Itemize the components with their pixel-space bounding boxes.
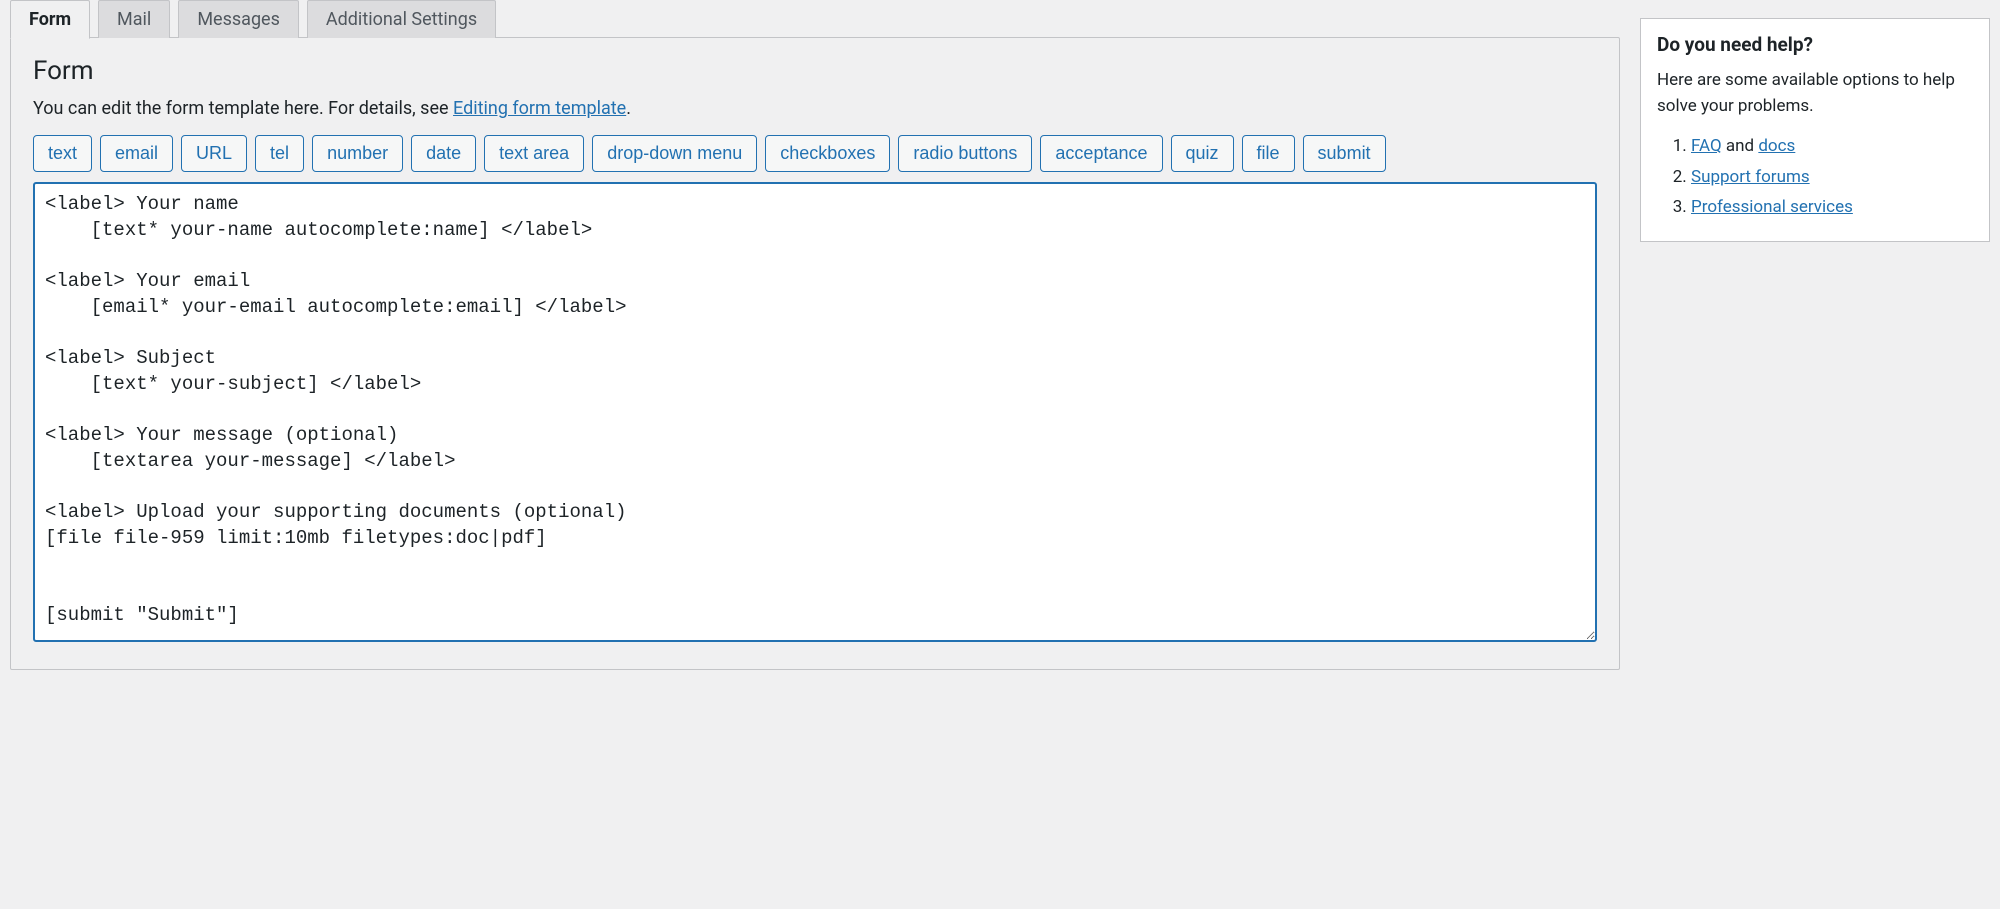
professional-services-link[interactable]: Professional services bbox=[1691, 197, 1853, 217]
tag-button-submit[interactable]: submit bbox=[1303, 135, 1386, 172]
tag-button-checkboxes[interactable]: checkboxes bbox=[765, 135, 890, 172]
desc-suffix: . bbox=[626, 98, 631, 119]
tag-generator-row: textemailURLtelnumberdatetext areadrop-d… bbox=[33, 135, 1597, 172]
editing-template-link[interactable]: Editing form template bbox=[453, 98, 626, 119]
tag-button-quiz[interactable]: quiz bbox=[1171, 135, 1234, 172]
tab-additional-settings[interactable]: Additional Settings bbox=[307, 0, 496, 38]
form-template-textarea[interactable] bbox=[33, 182, 1597, 642]
help-item-forums: Support forums bbox=[1691, 162, 1973, 193]
desc-prefix: You can edit the form template here. For… bbox=[33, 98, 453, 119]
tag-button-url[interactable]: URL bbox=[181, 135, 247, 172]
help-item-services: Professional services bbox=[1691, 192, 1973, 223]
tag-button-date[interactable]: date bbox=[411, 135, 476, 172]
tag-button-drop-down-menu[interactable]: drop-down menu bbox=[592, 135, 757, 172]
help-box: Do you need help? Here are some availabl… bbox=[1640, 18, 1990, 242]
docs-link[interactable]: docs bbox=[1758, 136, 1795, 156]
tag-button-number[interactable]: number bbox=[312, 135, 403, 172]
section-heading: Form bbox=[33, 56, 1597, 86]
support-forums-link[interactable]: Support forums bbox=[1691, 167, 1810, 187]
tab-form[interactable]: Form bbox=[10, 0, 90, 39]
tag-button-radio-buttons[interactable]: radio buttons bbox=[898, 135, 1032, 172]
tab-messages[interactable]: Messages bbox=[178, 0, 299, 38]
tag-button-text[interactable]: text bbox=[33, 135, 92, 172]
help-item-faq-docs: FAQ and docs bbox=[1691, 131, 1973, 162]
and-text: and bbox=[1722, 136, 1759, 156]
section-description: You can edit the form template here. For… bbox=[33, 98, 1597, 119]
tag-button-tel[interactable]: tel bbox=[255, 135, 304, 172]
tag-button-acceptance[interactable]: acceptance bbox=[1040, 135, 1162, 172]
faq-link[interactable]: FAQ bbox=[1691, 136, 1722, 156]
form-panel: Form You can edit the form template here… bbox=[10, 37, 1620, 670]
tag-button-file[interactable]: file bbox=[1242, 135, 1295, 172]
tab-mail[interactable]: Mail bbox=[98, 0, 170, 38]
help-intro: Here are some available options to help … bbox=[1657, 68, 1973, 119]
tab-bar: FormMailMessagesAdditional Settings bbox=[10, 0, 1620, 38]
tag-button-email[interactable]: email bbox=[100, 135, 173, 172]
help-title: Do you need help? bbox=[1657, 33, 1973, 56]
tag-button-text-area[interactable]: text area bbox=[484, 135, 584, 172]
